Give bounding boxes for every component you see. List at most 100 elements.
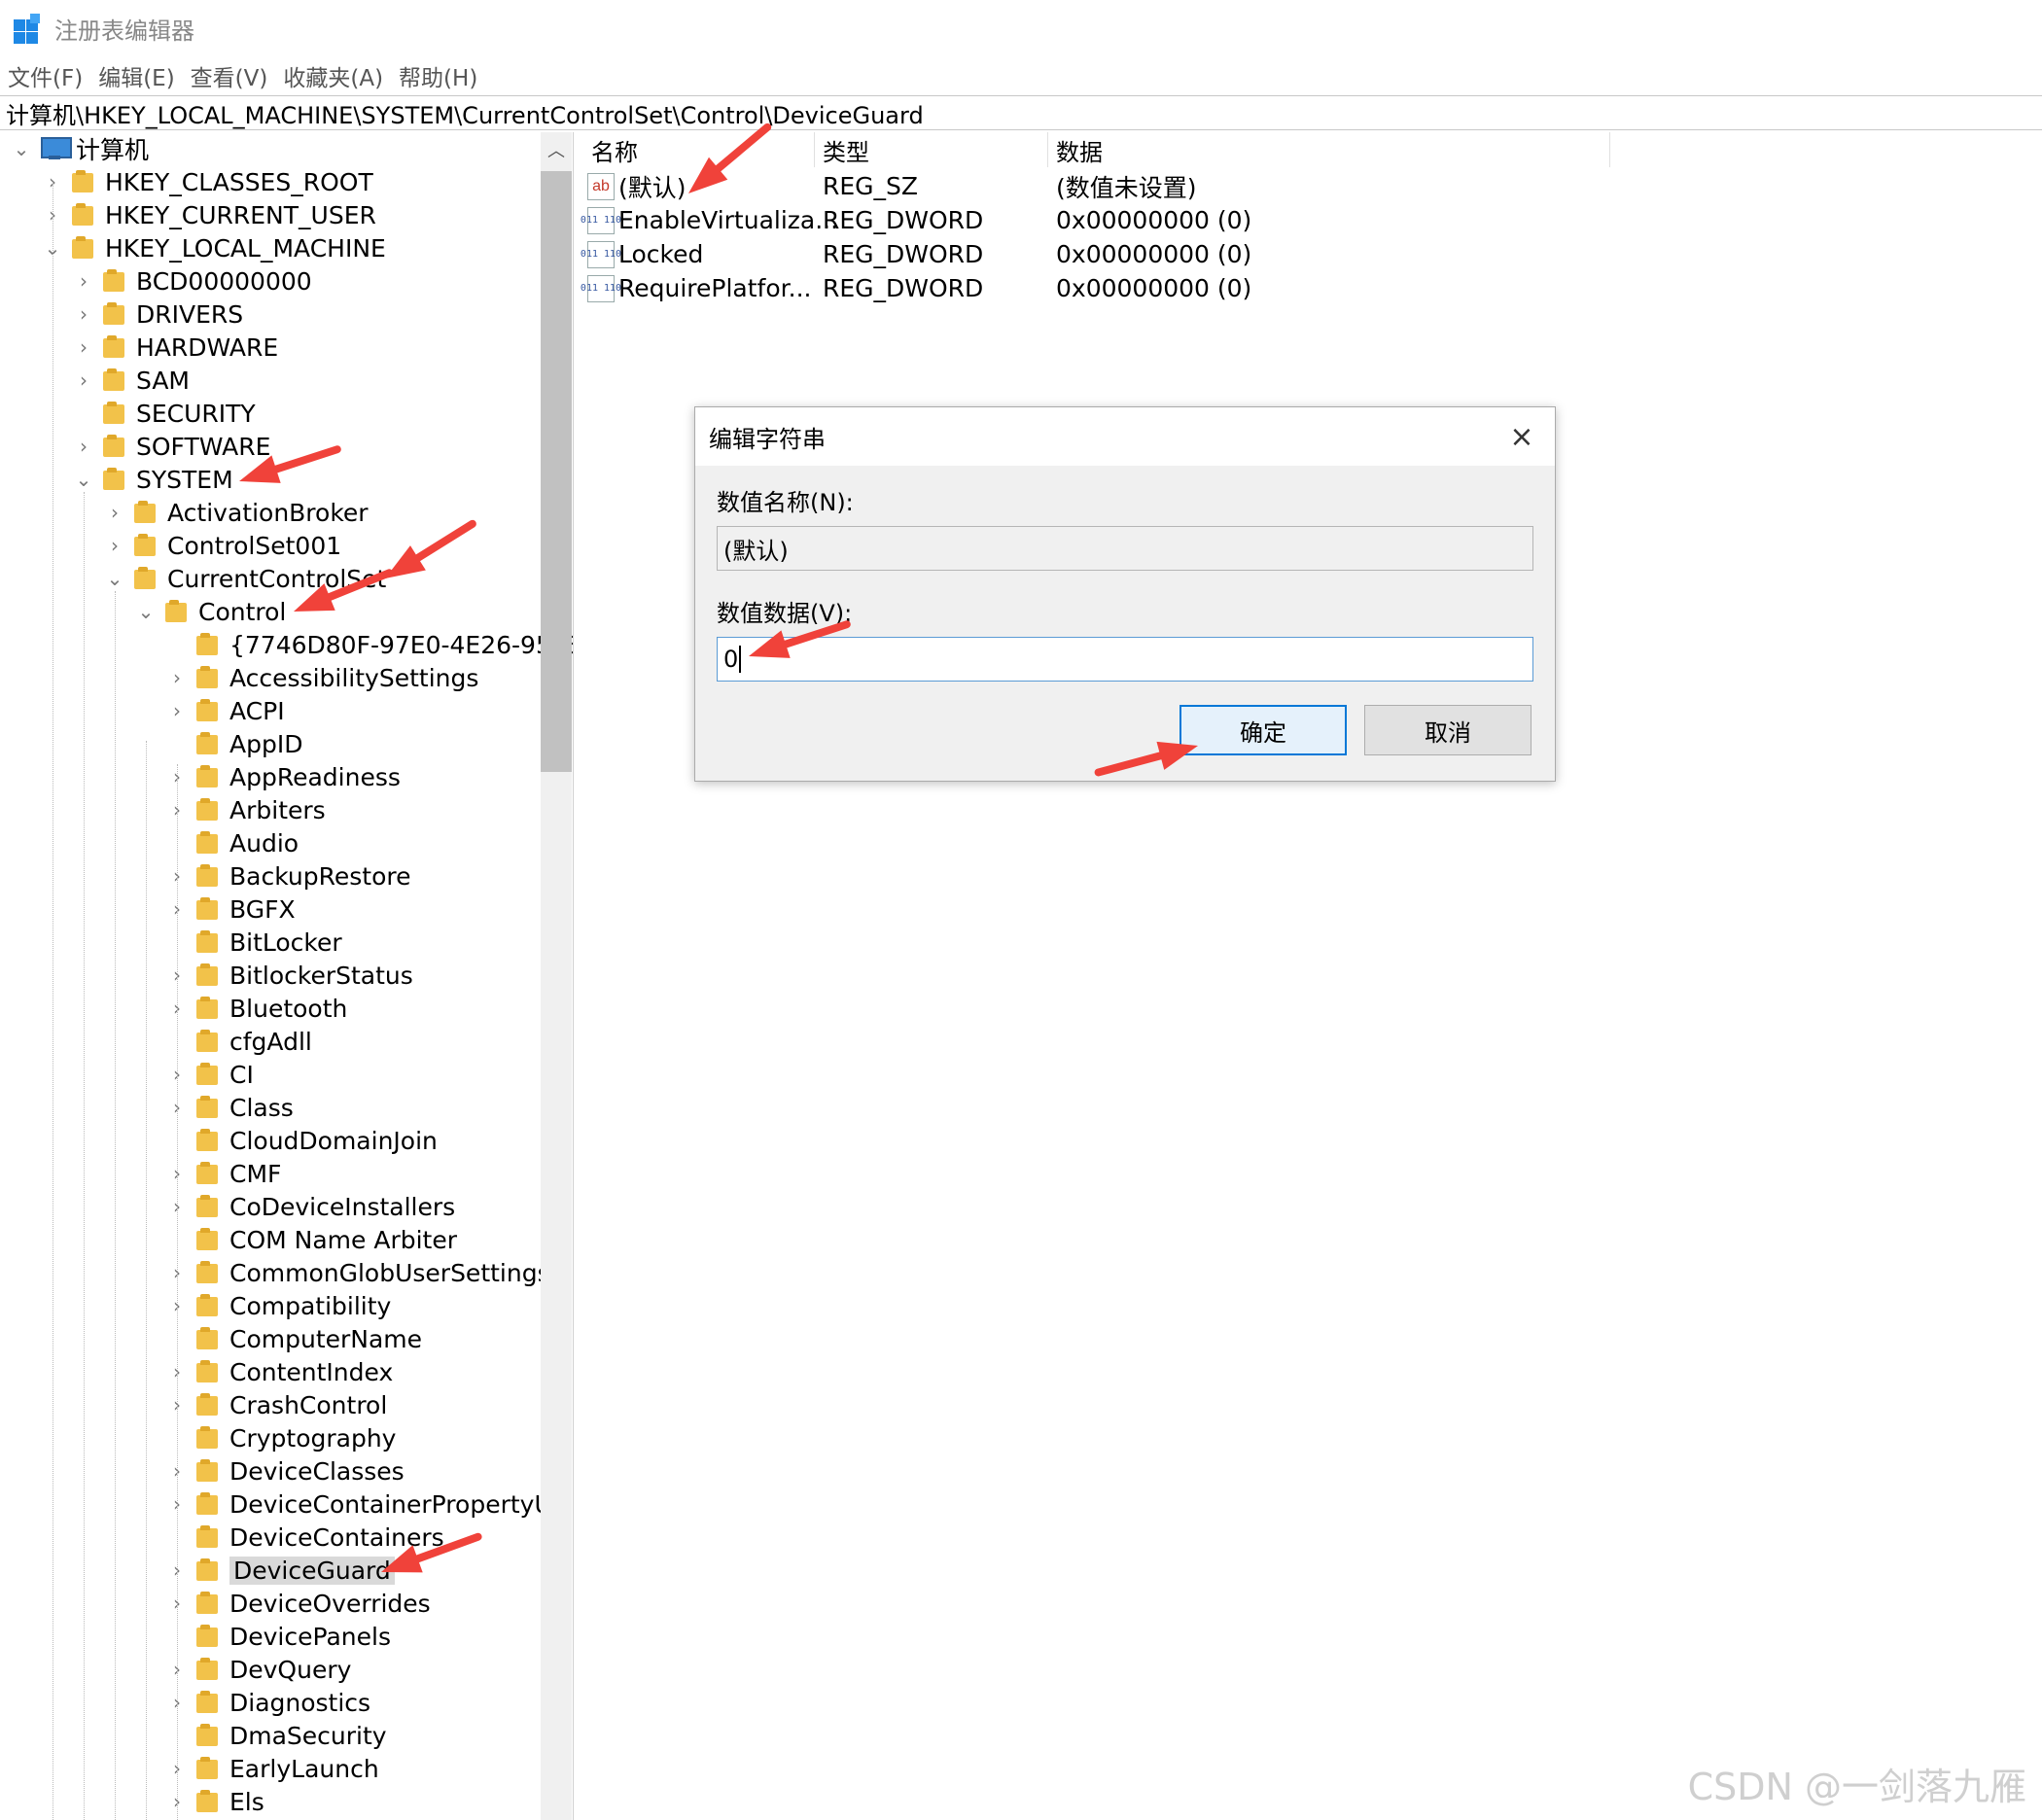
tree-item-label: 计算机 bbox=[76, 136, 150, 164]
tree-item-bitlocker[interactable]: BitLocker bbox=[165, 926, 342, 959]
value-row-default[interactable]: ab (默认) REG_SZ (数值未设置) bbox=[587, 169, 1197, 203]
chevron-right-icon[interactable]: › bbox=[72, 430, 95, 463]
tree-item-devicecontainerpropertyup[interactable]: › DeviceContainerPropertyUp bbox=[165, 1488, 568, 1521]
tree-item-deviceclasses[interactable]: › DeviceClasses bbox=[165, 1454, 405, 1488]
tree-item-bitlockerstatus[interactable]: › BitlockerStatus bbox=[165, 959, 413, 992]
chevron-right-icon[interactable]: › bbox=[72, 264, 95, 298]
value-row-locked[interactable]: 011 110 Locked REG_DWORD 0x00000000 (0) bbox=[581, 237, 1251, 271]
tree-item-diagnostics[interactable]: › Diagnostics bbox=[165, 1686, 370, 1719]
tree-item-label: CMF bbox=[229, 1159, 282, 1188]
tree-item-acpi[interactable]: › ACPI bbox=[165, 694, 285, 727]
value-row-requireplatform[interactable]: 011 110 RequirePlatfor... REG_DWORD 0x00… bbox=[581, 271, 1251, 305]
tree-item-devquery[interactable]: › DevQuery bbox=[165, 1653, 351, 1686]
text-caret bbox=[739, 646, 742, 673]
tree-item-label: HKEY_CURRENT_USER bbox=[105, 200, 376, 229]
tree-item-controlset001[interactable]: › ControlSet001 bbox=[103, 529, 341, 562]
tree-item-currentcontrolset[interactable]: ⌄ CurrentControlSet bbox=[103, 562, 387, 595]
tree-item-bgfx[interactable]: › BGFX bbox=[165, 892, 296, 926]
tree-item-audio[interactable]: Audio bbox=[165, 826, 299, 859]
tree-item-compatibility[interactable]: › Compatibility bbox=[165, 1289, 391, 1322]
tree-item-contentindex[interactable]: › ContentIndex bbox=[165, 1355, 393, 1388]
tree-item-backuprestore[interactable]: › BackupRestore bbox=[165, 859, 411, 892]
tree-item-hkey-local-machine[interactable]: ⌄ HKEY_LOCAL_MACHINE bbox=[41, 231, 386, 264]
chevron-right-icon[interactable]: › bbox=[72, 298, 95, 331]
tree-item-clouddomainjoin[interactable]: CloudDomainJoin bbox=[165, 1124, 438, 1157]
tree-item-drivers[interactable]: › DRIVERS bbox=[72, 298, 243, 331]
tree-item-sam[interactable]: › SAM bbox=[72, 364, 190, 397]
menu-file[interactable]: 文件(F) bbox=[8, 59, 83, 92]
tree-item-dmasecurity[interactable]: DmaSecurity bbox=[165, 1719, 387, 1752]
value-data-input[interactable]: 0 bbox=[717, 637, 1533, 682]
cancel-button[interactable]: 取消 bbox=[1364, 705, 1532, 755]
tree-item-com-name-arbiter[interactable]: COM Name Arbiter bbox=[165, 1223, 457, 1256]
tree-item-commonglobusersettings[interactable]: › CommonGlobUserSettings bbox=[165, 1256, 550, 1289]
menu-edit[interactable]: 编辑(E) bbox=[98, 59, 174, 92]
tree-item-computer[interactable]: ⌄ 计算机 bbox=[10, 132, 149, 165]
chevron-down-icon[interactable]: ⌄ bbox=[10, 132, 33, 165]
chevron-right-icon[interactable]: › bbox=[165, 661, 189, 694]
tree-item-system[interactable]: ⌄ SYSTEM bbox=[72, 463, 233, 496]
tree-item-label: SECURITY bbox=[136, 399, 256, 428]
tree-item-accessibilitysettings[interactable]: › AccessibilitySettings bbox=[165, 661, 478, 694]
tree-item-label: Arbiters bbox=[229, 795, 326, 824]
tree-item-appreadiness[interactable]: › AppReadiness bbox=[165, 760, 401, 793]
menu-view[interactable]: 查看(V) bbox=[191, 59, 268, 92]
column-header-type[interactable]: 类型 bbox=[815, 132, 1048, 167]
address-bar[interactable]: 计算机\HKEY_LOCAL_MACHINE\SYSTEM\CurrentCon… bbox=[0, 95, 2042, 130]
tree-item-cryptography[interactable]: Cryptography bbox=[165, 1421, 396, 1454]
tree-item-ci[interactable]: › CI bbox=[165, 1058, 254, 1091]
tree-item-cfgadll[interactable]: cfgAdll bbox=[165, 1025, 312, 1058]
menu-help[interactable]: 帮助(H) bbox=[399, 59, 477, 92]
tree-item-security[interactable]: SECURITY bbox=[72, 397, 256, 430]
tree-item-devicepanels[interactable]: DevicePanels bbox=[165, 1620, 391, 1653]
column-header-name[interactable]: 名称 bbox=[583, 132, 815, 167]
tree-scrollbar-thumb[interactable] bbox=[541, 171, 572, 772]
tree-item-software[interactable]: › SOFTWARE bbox=[72, 430, 270, 463]
close-icon[interactable]: × bbox=[1506, 420, 1537, 454]
tree-item-label: HKEY_LOCAL_MACHINE bbox=[105, 233, 386, 262]
tree-item-label: DeviceGuard bbox=[229, 1556, 395, 1585]
chevron-down-icon[interactable]: ⌄ bbox=[134, 595, 158, 628]
tree-item-label: DeviceContainerPropertyUp bbox=[229, 1489, 568, 1519]
tree-item-computername[interactable]: ComputerName bbox=[165, 1322, 422, 1355]
tree-item-hardware[interactable]: › HARDWARE bbox=[72, 331, 278, 364]
tree-item-bluetooth[interactable]: › Bluetooth bbox=[165, 992, 347, 1025]
menu-favorites[interactable]: 收藏夹(A) bbox=[283, 59, 383, 92]
edit-string-dialog: 编辑字符串 × 数值名称(N): (默认) 数值数据(V): 0 确定 取消 bbox=[694, 406, 1556, 782]
tree-item-label: {7746D80F-97E0-4E26-9543 bbox=[229, 630, 574, 659]
tree-item-hkey-current-user[interactable]: › HKEY_CURRENT_USER bbox=[41, 198, 376, 231]
tree-item-arbiters[interactable]: › Arbiters bbox=[165, 793, 326, 826]
tree-item-deviceguard[interactable]: › DeviceGuard bbox=[165, 1554, 395, 1587]
values-pane: 名称 类型 数据 ab (默认) REG_SZ (数值未设置) 011 110 … bbox=[581, 132, 2042, 1820]
chevron-right-icon[interactable]: › bbox=[103, 496, 126, 529]
value-data: 0x00000000 (0) bbox=[1056, 240, 1252, 268]
folder-icon bbox=[196, 1458, 218, 1484]
chevron-right-icon[interactable]: › bbox=[72, 331, 95, 364]
ok-button[interactable]: 确定 bbox=[1179, 705, 1347, 755]
tree-item-label: DevicePanels bbox=[229, 1622, 391, 1651]
value-row-enablevirtualization[interactable]: 011 110 EnableVirtualiza... REG_DWORD 0x… bbox=[581, 203, 1251, 237]
tree-item-class[interactable]: › Class bbox=[165, 1091, 294, 1124]
tree-item-crashcontrol[interactable]: › CrashControl bbox=[165, 1388, 387, 1421]
column-header-data[interactable]: 数据 bbox=[1048, 132, 1610, 167]
tree-item-devicecontainers[interactable]: DeviceContainers bbox=[165, 1521, 444, 1554]
tree-item-els[interactable]: › Els bbox=[165, 1785, 264, 1818]
folder-icon bbox=[196, 632, 218, 657]
tree-item-activationbroker[interactable]: › ActivationBroker bbox=[103, 496, 369, 529]
tree-item-hkey-classes-root[interactable]: › HKEY_CLASSES_ROOT bbox=[41, 165, 373, 198]
chevron-up-icon[interactable]: ︿ bbox=[541, 132, 572, 167]
tree-item-appid[interactable]: AppID bbox=[165, 727, 302, 760]
tree-item-7746d80f-97e0-4e26-9543[interactable]: {7746D80F-97E0-4E26-9543 bbox=[165, 628, 574, 661]
tree-item-label: DRIVERS bbox=[136, 299, 244, 329]
chevron-down-icon[interactable]: ⌄ bbox=[72, 463, 95, 496]
chevron-right-icon[interactable]: › bbox=[165, 694, 189, 727]
tree-item-cmf[interactable]: › CMF bbox=[165, 1157, 281, 1190]
tree-item-codeviceinstallers[interactable]: › CoDeviceInstallers bbox=[165, 1190, 455, 1223]
tree-item-earlylaunch[interactable]: › EarlyLaunch bbox=[165, 1752, 379, 1785]
chevron-right-icon[interactable]: › bbox=[72, 364, 95, 397]
tree-item-deviceoverrides[interactable]: › DeviceOverrides bbox=[165, 1587, 431, 1620]
chevron-right-icon[interactable]: › bbox=[103, 529, 126, 562]
tree-item-control[interactable]: ⌄ Control bbox=[134, 595, 287, 628]
tree-item-bcd00000000[interactable]: › BCD00000000 bbox=[72, 264, 312, 298]
chevron-down-icon[interactable]: ⌄ bbox=[103, 562, 126, 595]
